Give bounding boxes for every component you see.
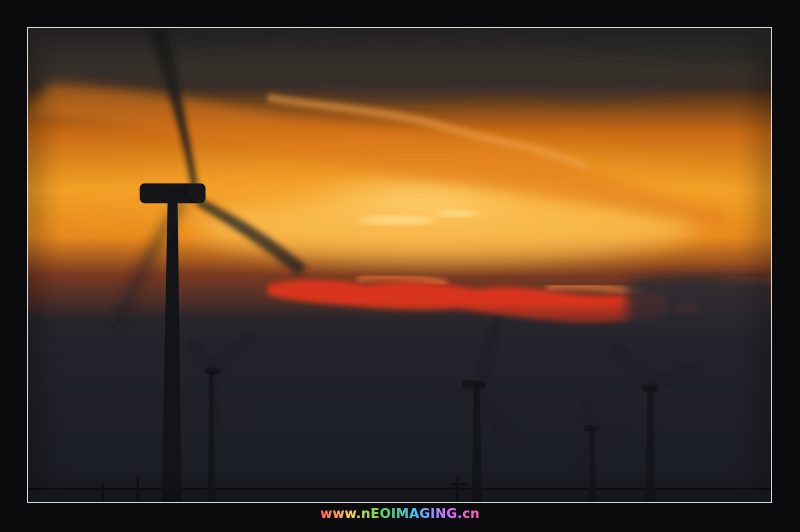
watermark-badge: www.nEOIMAGING.cn — [316, 507, 484, 522]
watermark-text: www.nEOIMAGING.cn — [320, 507, 480, 522]
site-watermark: www.nEOIMAGING.cn — [0, 507, 800, 522]
photo-frame: www.nEOIMAGING.cn — [0, 0, 800, 532]
sunset-photo — [27, 27, 772, 503]
wind-farm-sunset-image — [28, 28, 771, 502]
